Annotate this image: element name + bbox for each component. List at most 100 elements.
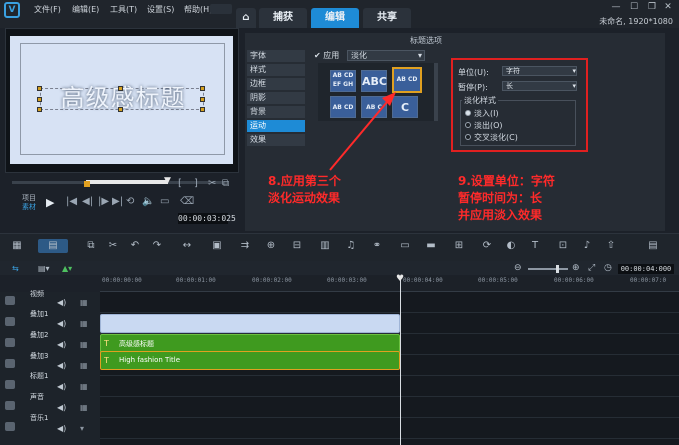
repeat-icon[interactable]: ⟲ <box>126 196 134 207</box>
ripple-icon[interactable]: ▦ <box>80 298 88 307</box>
maximize-icon[interactable]: ☐ <box>628 2 640 12</box>
cross-fade-radio[interactable] <box>465 134 471 140</box>
text-icon[interactable]: T <box>528 239 542 253</box>
speed-icon[interactable]: ⊞ <box>452 239 466 253</box>
menu-edit[interactable]: 编辑(E) <box>72 4 99 15</box>
side-tab-font[interactable]: 字体 <box>247 50 305 62</box>
mute-icon[interactable]: ◀) <box>57 340 66 349</box>
subtitle-icon[interactable]: ▭ <box>398 239 412 253</box>
restore-icon[interactable]: ❐ <box>646 2 658 12</box>
settings-icon[interactable]: ▤ <box>646 239 660 253</box>
fade-in-radio[interactable] <box>465 110 471 116</box>
image-icon[interactable]: ▣ <box>210 239 224 253</box>
mark-in-icon[interactable]: [ <box>178 178 182 189</box>
volume-icon[interactable]: 🔈 <box>142 196 154 207</box>
side-tab-style[interactable]: 样式 <box>247 64 305 76</box>
prev-frame-icon[interactable]: ◀| <box>82 196 93 207</box>
home-tab[interactable]: ⌂ <box>236 8 256 28</box>
mute-icon[interactable]: ◀) <box>57 298 66 307</box>
tab-share[interactable]: 共享 <box>363 8 411 28</box>
chapter-marker-icon[interactable]: ▤▾ <box>38 264 50 273</box>
playhead[interactable] <box>400 279 401 445</box>
side-tab-motion[interactable]: 运动 <box>247 120 305 132</box>
mute-icon[interactable]: ◀) <box>57 361 66 370</box>
motion-thumb-2[interactable]: ABC <box>361 70 387 92</box>
cut-clip-icon[interactable]: ✂ <box>106 239 120 253</box>
resize-handle[interactable] <box>37 86 42 91</box>
hd-icon[interactable]: ▭ <box>160 196 169 207</box>
play-button[interactable]: ▶ <box>46 196 60 209</box>
menu-tools[interactable]: 工具(T) <box>110 4 137 15</box>
stabilize-icon[interactable]: ◐ <box>504 239 518 253</box>
effect-type-select[interactable]: 淡化 ▾ <box>347 50 425 61</box>
apply-checkbox[interactable]: ✔ 应用 <box>314 50 339 61</box>
ripple-icon[interactable]: ▦ <box>80 361 88 370</box>
zoom-in-icon[interactable]: ⊕ <box>572 263 580 273</box>
tab-capture[interactable]: 捕获 <box>259 8 307 28</box>
track-motion-icon[interactable]: ⊕ <box>264 239 278 253</box>
fade-in-label[interactable]: 淡入(I) <box>474 108 499 119</box>
resize-handle[interactable] <box>37 97 42 102</box>
audio-mix-icon[interactable]: ♫ <box>344 239 358 253</box>
copy-clip-icon[interactable]: ⧉ <box>84 239 98 253</box>
zoom-slider[interactable] <box>528 268 568 270</box>
ripple-icon[interactable]: ▦ <box>80 340 88 349</box>
home-icon[interactable]: |◀ <box>66 196 77 207</box>
mask-icon[interactable]: ⊟ <box>290 239 304 253</box>
ripple-icon[interactable]: ▦ <box>80 403 88 412</box>
zoom-out-icon[interactable]: ⊖ <box>514 263 522 273</box>
cross-fade-label[interactable]: 交叉淡化(C) <box>474 132 518 143</box>
rotate-icon[interactable]: ⟳ <box>480 239 494 253</box>
redo-icon[interactable]: ↷ <box>150 239 164 253</box>
unit-select[interactable]: 字符 ▾ <box>502 66 577 76</box>
thumbs-scrollbar[interactable] <box>434 63 438 121</box>
menu-help[interactable]: 帮助(H) <box>184 4 212 15</box>
cut-icon[interactable]: ✂ <box>208 178 216 189</box>
chapter-icon[interactable]: ▬ <box>424 239 438 253</box>
playhead-marker-icon[interactable]: ♥ <box>396 274 404 284</box>
end-icon[interactable]: ▶| <box>112 196 123 207</box>
fade-out-label[interactable]: 淡出(O) <box>474 120 503 131</box>
mute-icon[interactable]: ◀) <box>57 424 66 433</box>
copy-icon[interactable]: ⧉ <box>222 178 229 189</box>
ripple-icon[interactable]: ▦ <box>80 319 88 328</box>
zoom-slider-thumb[interactable] <box>556 265 559 273</box>
overlay1-clip[interactable] <box>100 314 400 333</box>
storyboard-view-icon[interactable]: ▦ <box>10 239 24 253</box>
resize-handle[interactable] <box>118 107 123 112</box>
mode-clip[interactable]: 素材 <box>22 202 36 212</box>
mute-icon[interactable]: ◀) <box>57 319 66 328</box>
resize-handle[interactable] <box>200 86 205 91</box>
close-icon[interactable]: ✕ <box>662 2 674 12</box>
resize-handle[interactable] <box>200 107 205 112</box>
fade-out-radio[interactable] <box>465 122 471 128</box>
fit-timeline-icon[interactable]: ↔ <box>180 239 194 253</box>
side-tab-shadow[interactable]: 阴影 <box>247 92 305 104</box>
mark-out-icon[interactable]: ] <box>194 178 198 189</box>
mute-icon[interactable]: ◀) <box>57 403 66 412</box>
side-tab-border[interactable]: 边框 <box>247 78 305 90</box>
split-icon[interactable]: ⌫ <box>180 196 194 207</box>
next-frame-icon[interactable]: |▶ <box>98 196 109 207</box>
pause-select[interactable]: 长 ▾ <box>502 81 577 91</box>
tab-edit[interactable]: 编辑 <box>311 8 359 28</box>
undo-icon[interactable]: ↶ <box>128 239 142 253</box>
menu-file[interactable]: 文件(F) <box>34 4 61 15</box>
motion-thumb-1[interactable]: AB CD EF GH <box>330 70 356 92</box>
undo-redo-group[interactable] <box>210 4 232 14</box>
timeline-view-icon[interactable]: ▤ <box>38 239 68 253</box>
ripple-edit-icon[interactable]: ▲▾ <box>62 264 72 273</box>
mark-in-handle[interactable] <box>84 181 90 187</box>
motion-path-icon[interactable]: ⇉ <box>238 239 252 253</box>
clock-icon[interactable]: ◷ <box>604 263 612 273</box>
side-tab-background[interactable]: 背景 <box>247 106 305 118</box>
ripple-icon[interactable]: ▾ <box>80 424 84 433</box>
minimize-icon[interactable]: — <box>610 2 622 12</box>
export-icon[interactable]: ⇧ <box>604 239 618 253</box>
overlay3-clip[interactable]: T High fashion Title <box>100 351 400 370</box>
zoom-icon[interactable]: ⊡ <box>556 239 570 253</box>
mute-icon[interactable]: ◀) <box>57 382 66 391</box>
preview-title-text[interactable]: 高级感标题 <box>40 83 206 113</box>
link-icon[interactable]: ⚭ <box>370 239 384 253</box>
ripple-icon[interactable]: ▦ <box>80 382 88 391</box>
